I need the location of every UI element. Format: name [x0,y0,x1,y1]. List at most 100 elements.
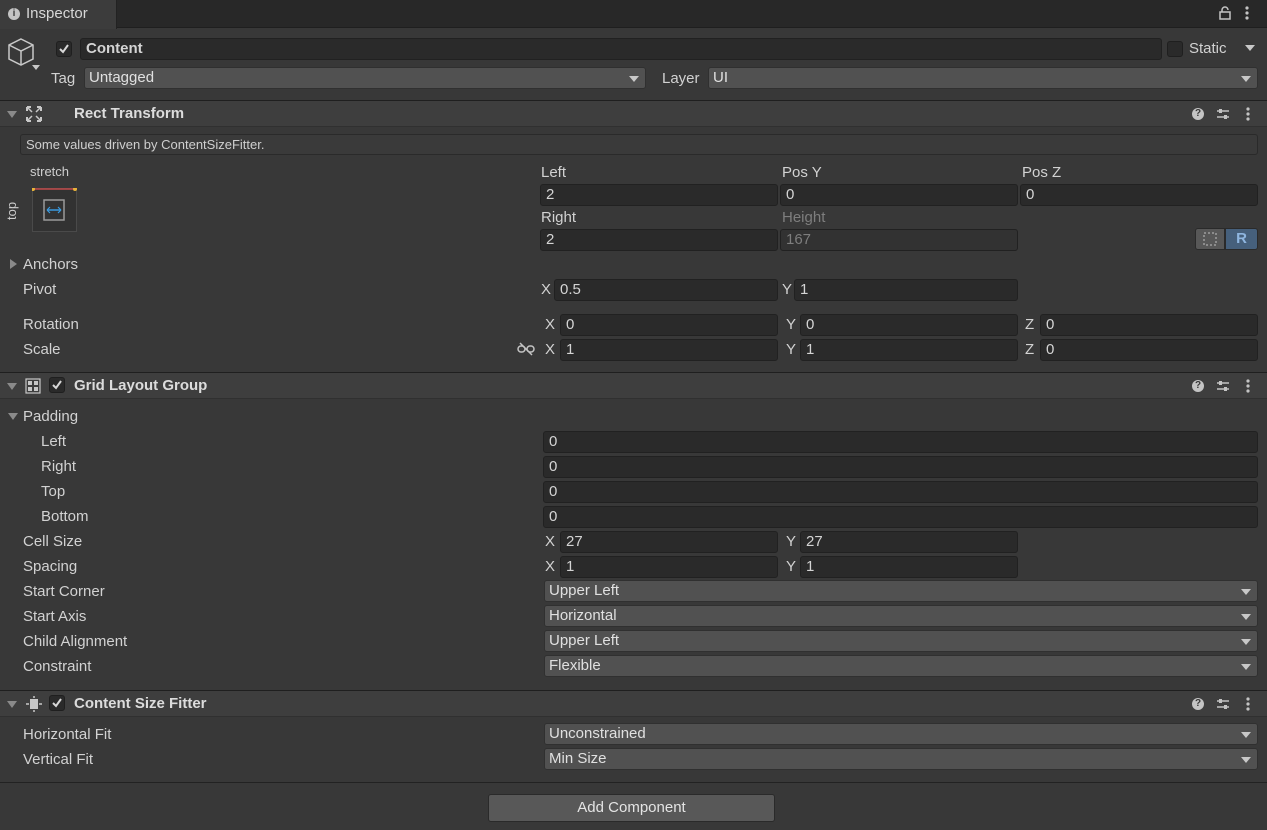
chevron-down-icon [1241,732,1251,738]
pivot-x-field[interactable]: 0.5 [554,279,778,301]
rect-transform-header[interactable]: Rect Transform ? [0,100,1267,127]
info-text: Some values driven by ContentSizeFitter. [26,137,265,152]
constrain-proportions-icon[interactable] [517,342,535,356]
static-dropdown-icon[interactable] [1245,45,1255,51]
padding-bottom-field[interactable]: 0 [543,506,1258,528]
presets-icon[interactable] [1216,107,1230,121]
rotation-y-field[interactable]: 0 [800,314,1018,336]
add-component-button[interactable]: Add Component [488,794,775,822]
raw-edit-label: R [1236,230,1247,247]
cell-size-y-field[interactable]: 27 [800,531,1018,553]
context-menu-icon[interactable] [1244,697,1252,713]
lock-icon[interactable] [1219,6,1231,20]
section-divider [0,782,1267,783]
spacing-x-axis[interactable]: X [545,558,555,576]
anchor-presets-button[interactable] [32,188,77,232]
constraint-dropdown[interactable]: Flexible [544,655,1258,677]
fitter-enabled-checkbox[interactable] [49,695,65,711]
static-checkbox[interactable] [1167,41,1183,57]
rotation-z-field[interactable]: 0 [1040,314,1258,336]
spacing-y-axis[interactable]: Y [786,558,796,576]
scale-y-axis[interactable]: Y [786,341,796,359]
start-axis-value: Horizontal [549,607,617,624]
scale-z-axis[interactable]: Z [1025,341,1034,359]
child-alignment-dropdown[interactable]: Upper Left [544,630,1258,652]
tag-label: Tag [51,70,76,87]
pos-y-field[interactable]: 0 [780,184,1018,206]
pivot-y-axis[interactable]: Y [782,281,792,299]
height-label: Height [782,209,826,226]
tab-menu-icon[interactable] [1243,6,1251,22]
spacing-y-field[interactable]: 1 [800,556,1018,578]
scale-x-axis[interactable]: X [545,341,555,359]
context-menu-icon[interactable] [1244,379,1252,395]
horizontal-fit-label: Horizontal Fit [23,726,112,743]
driven-info-box: Some values driven by ContentSizeFitter. [20,134,1258,155]
gameobject-icon[interactable] [6,37,40,73]
help-icon[interactable]: ? [1192,380,1204,392]
help-icon[interactable]: ? [1192,108,1204,120]
chevron-down-icon [1241,664,1251,670]
vertical-fit-dropdown[interactable]: Min Size [544,748,1258,770]
pos-z-field[interactable]: 0 [1020,184,1258,206]
chevron-down-icon [1241,76,1251,82]
rotation-z-axis[interactable]: Z [1025,316,1034,334]
horizontal-fit-value: Unconstrained [549,725,646,742]
rotation-x-axis[interactable]: X [545,316,555,334]
presets-icon[interactable] [1216,379,1230,393]
blueprint-mode-button[interactable] [1195,228,1225,250]
anchor-h-label: stretch [30,164,70,179]
padding-bottom-label: Bottom [41,508,89,525]
active-checkbox[interactable] [56,41,72,57]
raw-edit-button[interactable]: R [1225,228,1258,250]
anchors-label[interactable]: Anchors [23,256,78,274]
rotation-x-field[interactable]: 0 [560,314,778,336]
layer-dropdown[interactable]: UI [708,67,1258,89]
presets-icon[interactable] [1216,697,1230,711]
cell-y-axis[interactable]: Y [786,533,796,551]
padding-right-field[interactable]: 0 [543,456,1258,478]
chevron-down-icon [629,76,639,82]
cell-size-x-field[interactable]: 27 [560,531,778,553]
content-size-fitter-icon [25,696,43,712]
padding-label[interactable]: Padding [23,408,78,426]
padding-top-field[interactable]: 0 [543,481,1258,503]
context-menu-icon[interactable] [1244,107,1252,123]
foldout-arrow[interactable] [7,383,17,390]
inspector-tab[interactable]: i Inspector [0,0,117,29]
start-axis-dropdown[interactable]: Horizontal [544,605,1258,627]
grid-layout-header[interactable]: Grid Layout Group ? [0,372,1267,399]
scale-z-field[interactable]: 0 [1040,339,1258,361]
foldout-arrow[interactable] [7,701,17,708]
pivot-y-field[interactable]: 1 [794,279,1018,301]
component-title: Grid Layout Group [74,377,208,394]
cell-x-axis[interactable]: X [545,533,555,551]
rotation-y-axis[interactable]: Y [786,316,796,334]
start-corner-dropdown[interactable]: Upper Left [544,580,1258,602]
scale-x-field[interactable]: 1 [560,339,778,361]
pos-y-label: Pos Y [782,164,822,181]
pivot-x-axis[interactable]: X [541,281,551,299]
content-size-fitter-header[interactable]: Content Size Fitter ? [0,690,1267,717]
padding-foldout[interactable] [8,413,18,420]
right-label: Right [541,209,577,226]
gameobject-name-field[interactable]: Content [80,38,1162,60]
scale-y-field[interactable]: 1 [800,339,1018,361]
chevron-down-icon [1241,589,1251,595]
vertical-fit-value: Min Size [549,750,607,767]
anchors-foldout[interactable] [10,259,17,269]
tag-dropdown[interactable]: Untagged [84,67,646,89]
right-field[interactable]: 2 [540,229,778,251]
foldout-arrow[interactable] [7,111,17,118]
help-icon[interactable]: ? [1192,698,1204,710]
child-alignment-label: Child Alignment [23,633,128,650]
padding-left-field[interactable]: 0 [543,431,1258,453]
spacing-x-field[interactable]: 1 [560,556,778,578]
cell-size-label: Cell Size [23,533,83,550]
grid-layout-icon [25,378,41,394]
left-field[interactable]: 2 [540,184,778,206]
child-alignment-value: Upper Left [549,632,620,649]
grid-enabled-checkbox[interactable] [49,377,65,393]
padding-left-label: Left [41,433,67,450]
horizontal-fit-dropdown[interactable]: Unconstrained [544,723,1258,745]
